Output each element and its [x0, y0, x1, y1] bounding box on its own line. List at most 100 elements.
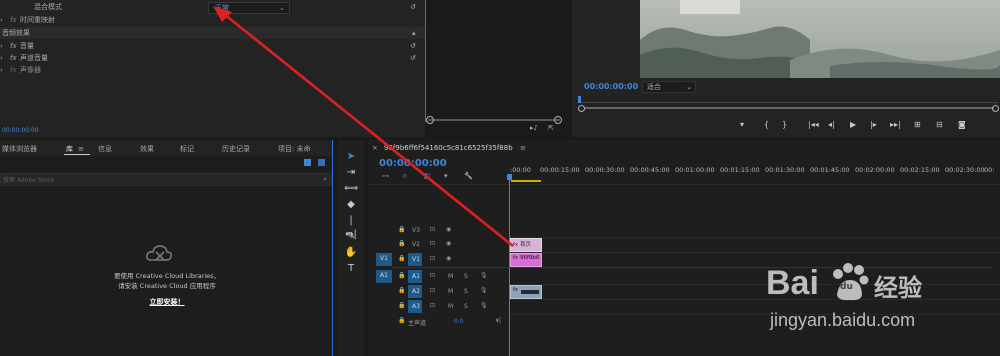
razor-tool-icon[interactable]: ◆ — [344, 198, 358, 212]
lock-icon[interactable]: 🔒 — [398, 240, 405, 247]
nest-icon[interactable]: ⊶ — [382, 172, 389, 180]
clip-a2-audio[interactable]: fx — [510, 285, 542, 299]
microphone-icon[interactable]: 🎙 — [480, 287, 488, 294]
add-marker-icon[interactable]: ▾ — [444, 172, 448, 180]
program-playhead-ruler[interactable] — [578, 96, 998, 103]
snap-icon[interactable]: ∩ — [402, 172, 407, 180]
eye-icon[interactable]: ◉ — [446, 255, 451, 262]
collapse-arrow-icon[interactable]: ▴ — [412, 27, 416, 39]
sync-lock-icon[interactable]: ⊡ — [430, 272, 435, 279]
clip-v1-video[interactable]: fx 96f9b6 — [510, 253, 542, 267]
tab-project[interactable]: 项目: 未命 — [278, 143, 311, 155]
grid-view-icon[interactable] — [304, 159, 311, 166]
search-input[interactable]: 搜索 Adobe Stock ⌄ — [0, 173, 332, 186]
add-marker-icon[interactable]: ▾ — [740, 120, 744, 129]
slip-tool-icon[interactable]: |↔| — [344, 214, 358, 240]
menu-icon[interactable]: ≡ — [520, 144, 526, 152]
solo-button[interactable]: S — [464, 288, 468, 295]
lock-icon[interactable]: 🔒 — [398, 226, 405, 233]
linked-selection-icon[interactable]: ◧ — [424, 172, 431, 180]
tab-media-browser[interactable]: 媒体浏览器 — [2, 143, 37, 155]
master-volume-value[interactable]: 0.0 — [454, 318, 464, 325]
master-track-header[interactable]: 🔒 主声道 0.0 ⏵| — [392, 316, 508, 328]
microphone-icon[interactable]: 🎙 — [480, 302, 488, 309]
close-icon[interactable]: × — [372, 144, 378, 152]
reset-icon[interactable]: ↺ — [410, 52, 416, 64]
panner-row[interactable]: › fx 声像器 — [0, 64, 425, 76]
time-ruler[interactable]: :00:00 00:00:15:00 00:00:30:00 00:00:45:… — [508, 164, 1000, 178]
expand-arrow-icon[interactable]: › — [0, 14, 3, 26]
mute-button[interactable]: M — [448, 273, 453, 280]
fit-dropdown[interactable]: 适合 ⌄ — [642, 81, 696, 93]
zoom-scrollbar[interactable] — [584, 107, 994, 109]
go-to-in-icon[interactable]: |◂◂ — [808, 120, 819, 129]
reset-icon[interactable]: ↺ — [410, 1, 416, 13]
track-header-v3[interactable]: 🔒 V3 ⊡ ◉ — [392, 224, 508, 237]
mark-in-icon[interactable]: { — [764, 120, 769, 129]
program-playhead[interactable] — [578, 96, 581, 103]
lock-icon[interactable]: 🔒 — [398, 255, 405, 262]
tab-effects[interactable]: 效果 — [140, 143, 154, 155]
sequence-tab[interactable]: 96f9b6ff6f54160c5c81c6525f35f88b — [384, 144, 513, 152]
track-header-a2[interactable]: 🔒 A2 ⊡ M S 🎙 — [392, 285, 508, 298]
play-audio-icon[interactable]: ▸♪ — [530, 124, 538, 132]
work-area-bar[interactable] — [511, 180, 541, 182]
pen-tool-icon[interactable]: ✎ — [344, 230, 358, 244]
track-header-v1[interactable]: 🔒 V1 ⊡ ◉ — [392, 253, 508, 266]
source-patch-v1[interactable]: V1 — [376, 253, 392, 266]
sync-lock-icon[interactable]: ⊡ — [430, 226, 435, 233]
clip-v2-title[interactable]: fx 首页 — [510, 238, 542, 252]
lift-icon[interactable]: ⊞ — [914, 120, 921, 129]
effect-controls-timecode[interactable]: 00:00:00:00 — [2, 127, 39, 134]
timeline-timecode[interactable]: 00:00:00:00 — [379, 158, 447, 169]
expand-arrow-icon[interactable]: › — [0, 64, 3, 76]
go-to-end-icon[interactable]: ⏵| — [496, 317, 501, 325]
solo-button[interactable]: S — [464, 303, 468, 310]
step-back-icon[interactable]: ◂| — [828, 120, 835, 129]
zoom-handle-right[interactable] — [992, 105, 999, 112]
program-timecode[interactable]: 00:00:00:00 — [584, 82, 638, 91]
ripple-edit-tool-icon[interactable]: ⟺ — [344, 182, 358, 196]
blend-mode-dropdown[interactable]: 正常 ⌄ — [208, 2, 290, 14]
play-icon[interactable]: ▶ — [850, 120, 856, 129]
camera-icon[interactable]: ◙ — [958, 120, 966, 129]
mute-button[interactable]: M — [448, 288, 453, 295]
track-header-a3[interactable]: 🔒 A3 ⊡ M S 🎙 — [392, 300, 508, 313]
lock-icon[interactable]: 🔒 — [398, 287, 405, 294]
track-header-v2[interactable]: 🔒 V2 ⊡ ◉ — [392, 238, 508, 251]
sync-lock-icon[interactable]: ⊡ — [430, 302, 435, 309]
go-to-out-icon[interactable]: ▸▸| — [890, 120, 901, 129]
sync-lock-icon[interactable]: ⊡ — [430, 255, 435, 262]
tab-info[interactable]: 信息 — [98, 143, 112, 155]
lock-icon[interactable]: 🔒 — [398, 317, 405, 324]
extract-icon[interactable]: ⊟ — [936, 120, 943, 129]
channel-volume-row[interactable]: › fx 声道音量 ↺ — [0, 52, 425, 64]
mark-out-icon[interactable]: } — [782, 120, 787, 129]
step-forward-icon[interactable]: |▸ — [870, 120, 877, 129]
expand-arrow-icon[interactable]: › — [0, 40, 3, 52]
solo-button[interactable]: S — [464, 273, 468, 280]
tab-history[interactable]: 历史记录 — [222, 143, 250, 155]
reset-icon[interactable]: ↺ — [410, 40, 416, 52]
scroll-handle-left[interactable] — [426, 116, 434, 124]
mini-timeline-scrollbar[interactable] — [428, 119, 560, 121]
expand-arrow-icon[interactable]: › — [0, 52, 3, 64]
microphone-icon[interactable]: 🎙 — [480, 272, 488, 279]
zoom-handle-left[interactable] — [578, 105, 585, 112]
lock-icon[interactable]: 🔒 — [398, 272, 405, 279]
track-header-a1[interactable]: 🔒 A1 ⊡ M S 🎙 — [392, 270, 508, 283]
playhead-handle[interactable] — [507, 174, 512, 180]
install-link[interactable]: 立即安装！ — [0, 297, 334, 307]
selection-tool-icon[interactable]: ➤ — [344, 150, 358, 164]
sync-lock-icon[interactable]: ⊡ — [430, 287, 435, 294]
time-remap-row[interactable]: › fx 时间重映射 — [0, 14, 425, 26]
list-view-icon[interactable] — [318, 159, 325, 166]
export-icon[interactable]: ⇱ — [548, 124, 554, 132]
lock-icon[interactable]: 🔒 — [398, 302, 405, 309]
eye-icon[interactable]: ◉ — [446, 226, 451, 233]
mute-button[interactable]: M — [448, 303, 453, 310]
type-tool-icon[interactable]: T — [344, 262, 358, 276]
chevron-down-icon[interactable]: ⌄ — [322, 174, 328, 182]
tab-markers[interactable]: 标记 — [180, 143, 194, 155]
track-select-tool-icon[interactable]: ⇥ — [344, 166, 358, 180]
